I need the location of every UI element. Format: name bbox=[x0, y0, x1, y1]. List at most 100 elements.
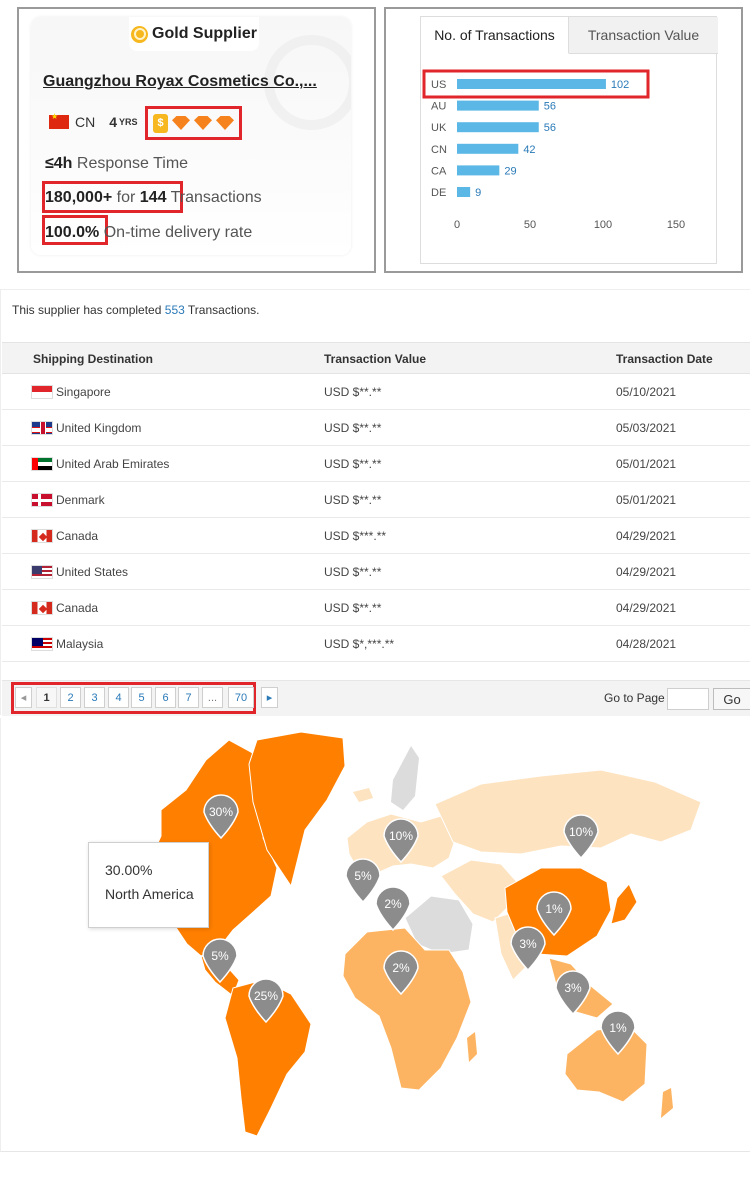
map-pin-label: 2% bbox=[384, 897, 402, 911]
transactions-summary: This supplier has completed 553 Transact… bbox=[12, 303, 260, 317]
table-row: Singapore USD $**.** 05/10/2021 bbox=[2, 374, 750, 410]
table-row: Malaysia USD $*,***.** 04/28/2021 bbox=[2, 626, 750, 662]
tab-no-of-transactions[interactable]: No. of Transactions bbox=[421, 17, 569, 54]
transactions-bar-chart: US 102 AU 56 UK 56 CN 42 CA 29 DE 9 0 50 100 150 bbox=[422, 69, 685, 231]
bar bbox=[457, 122, 539, 133]
page-4[interactable]: 4 bbox=[108, 687, 129, 708]
bar bbox=[457, 187, 471, 197]
header-transaction-date: Transaction Date bbox=[616, 352, 713, 366]
tab-transaction-value[interactable]: Transaction Value bbox=[569, 17, 718, 54]
table-row: Canada USD $***.** 04/29/2021 bbox=[2, 518, 750, 554]
world-map: 30% 10% 10% 5% 2% 1% 3% 5% 2% 25% 3% 1% bbox=[150, 731, 702, 1137]
category-label: UK bbox=[431, 122, 447, 134]
map-pin[interactable]: 5% bbox=[345, 858, 381, 904]
date-cell: 04/29/2021 bbox=[616, 565, 677, 579]
ontime-delivery-stat: 100.0% On-time delivery rate bbox=[45, 224, 252, 242]
transactions-chart-panel: No. of Transactions Transaction Value US… bbox=[384, 7, 743, 273]
destination-cell: Singapore bbox=[56, 385, 111, 399]
map-pin[interactable]: 2% bbox=[375, 886, 411, 932]
value-label: 9 bbox=[475, 187, 481, 199]
table-row: United Arab Emirates USD $**.** 05/01/20… bbox=[2, 446, 750, 482]
transactions-stat: 180,000+ for 144 Transactions bbox=[45, 189, 262, 207]
value-label: 29 bbox=[504, 165, 516, 177]
date-cell: 04/29/2021 bbox=[616, 601, 677, 615]
map-pin-label: 3% bbox=[564, 981, 582, 995]
coin-badge-icon: $ bbox=[153, 113, 168, 133]
tooltip-region: North America bbox=[105, 886, 194, 902]
value-cell: USD $**.** bbox=[324, 385, 382, 399]
goto-page-input[interactable] bbox=[667, 688, 709, 710]
uae-flag-icon bbox=[31, 457, 53, 471]
country-years-row: CN 4 YRS bbox=[49, 112, 138, 130]
tick-label: 50 bbox=[524, 219, 536, 231]
response-time-value: ≤4h bbox=[45, 155, 73, 172]
destination-cell: United Kingdom bbox=[56, 421, 142, 435]
years-label: YRS bbox=[119, 117, 138, 127]
bar bbox=[457, 165, 500, 176]
chart-container: No. of Transactions Transaction Value US… bbox=[420, 16, 718, 264]
denmark-flag-icon bbox=[31, 493, 53, 507]
date-cell: 04/28/2021 bbox=[616, 637, 677, 651]
response-time-label: Response Time bbox=[76, 155, 189, 172]
transactions-amount: 180,000+ bbox=[45, 189, 113, 206]
country-code: CN bbox=[75, 114, 96, 130]
map-pin-label: 30% bbox=[209, 805, 233, 819]
tick-label: 0 bbox=[454, 219, 460, 231]
usa-flag-icon bbox=[31, 565, 53, 579]
date-cell: 05/10/2021 bbox=[616, 385, 677, 399]
map-pin-label: 25% bbox=[254, 989, 278, 1003]
destination-cell: Malaysia bbox=[56, 637, 104, 651]
tooltip-value: 30.00% bbox=[105, 862, 153, 878]
category-label: US bbox=[431, 79, 446, 91]
region-iceland bbox=[353, 788, 373, 802]
map-pin-label: 5% bbox=[211, 949, 229, 963]
map-pin[interactable]: 10% bbox=[563, 814, 599, 860]
singapore-flag-icon bbox=[31, 385, 53, 399]
page-7[interactable]: 7 bbox=[178, 687, 199, 708]
supplier-name-link[interactable]: Guangzhou Royax Cosmetics Co.,... bbox=[43, 73, 317, 91]
next-page-button[interactable]: ▸ bbox=[261, 687, 278, 708]
prev-page-button[interactable]: ◂ bbox=[15, 687, 32, 708]
table-row: Canada USD $**.** 04/29/2021 bbox=[2, 590, 750, 626]
page-2[interactable]: 2 bbox=[60, 687, 81, 708]
map-pin-label: 3% bbox=[519, 937, 537, 951]
date-cell: 04/29/2021 bbox=[616, 529, 677, 543]
page-70[interactable]: 70 bbox=[228, 687, 254, 708]
page-ellipsis: ... bbox=[202, 687, 223, 708]
supplier-level-badges[interactable]: $ bbox=[145, 106, 242, 140]
page-1[interactable]: 1 bbox=[36, 687, 57, 708]
transactions-label: Transactions bbox=[170, 189, 262, 206]
value-cell: USD $*,***.** bbox=[324, 637, 395, 651]
transactions-for: for bbox=[116, 189, 136, 206]
table-row: United Kingdom USD $**.** 05/03/2021 bbox=[2, 410, 750, 446]
table-row: United States USD $**.** 04/29/2021 bbox=[2, 554, 750, 590]
page-5[interactable]: 5 bbox=[131, 687, 152, 708]
map-pin-label: 10% bbox=[569, 825, 593, 839]
bar bbox=[457, 79, 606, 89]
bar bbox=[457, 100, 539, 111]
category-label: CN bbox=[431, 144, 447, 156]
supplier-card-panel: Gold Supplier Guangzhou Royax Cosmetics … bbox=[17, 7, 376, 273]
bar bbox=[457, 143, 519, 154]
category-label: CA bbox=[431, 165, 447, 177]
destination-cell: United States bbox=[56, 565, 129, 579]
page-3[interactable]: 3 bbox=[84, 687, 105, 708]
region-madagascar bbox=[467, 1032, 477, 1062]
page-6[interactable]: 6 bbox=[155, 687, 176, 708]
date-cell: 05/03/2021 bbox=[616, 421, 677, 435]
ontime-value: 100.0% bbox=[45, 224, 100, 241]
supplier-card: Gold Supplier Guangzhou Royax Cosmetics … bbox=[31, 17, 351, 255]
map-pin-label: 2% bbox=[392, 961, 410, 975]
value-cell: USD $**.** bbox=[324, 421, 382, 435]
china-flag-icon bbox=[49, 112, 69, 129]
destination-cell: Canada bbox=[56, 601, 99, 615]
diamond-badge-icon bbox=[172, 116, 190, 130]
goto-page-button[interactable]: Go bbox=[713, 688, 750, 710]
destination-cell: United Arab Emirates bbox=[56, 457, 170, 471]
ontime-label: On-time delivery rate bbox=[103, 224, 253, 241]
region-scandinavia bbox=[391, 746, 419, 810]
gold-supplier-badge: Gold Supplier bbox=[129, 17, 259, 51]
malaysia-flag-icon bbox=[31, 637, 53, 651]
region-new-zealand bbox=[661, 1088, 673, 1118]
map-tooltip: 30.00% North America bbox=[88, 842, 209, 928]
